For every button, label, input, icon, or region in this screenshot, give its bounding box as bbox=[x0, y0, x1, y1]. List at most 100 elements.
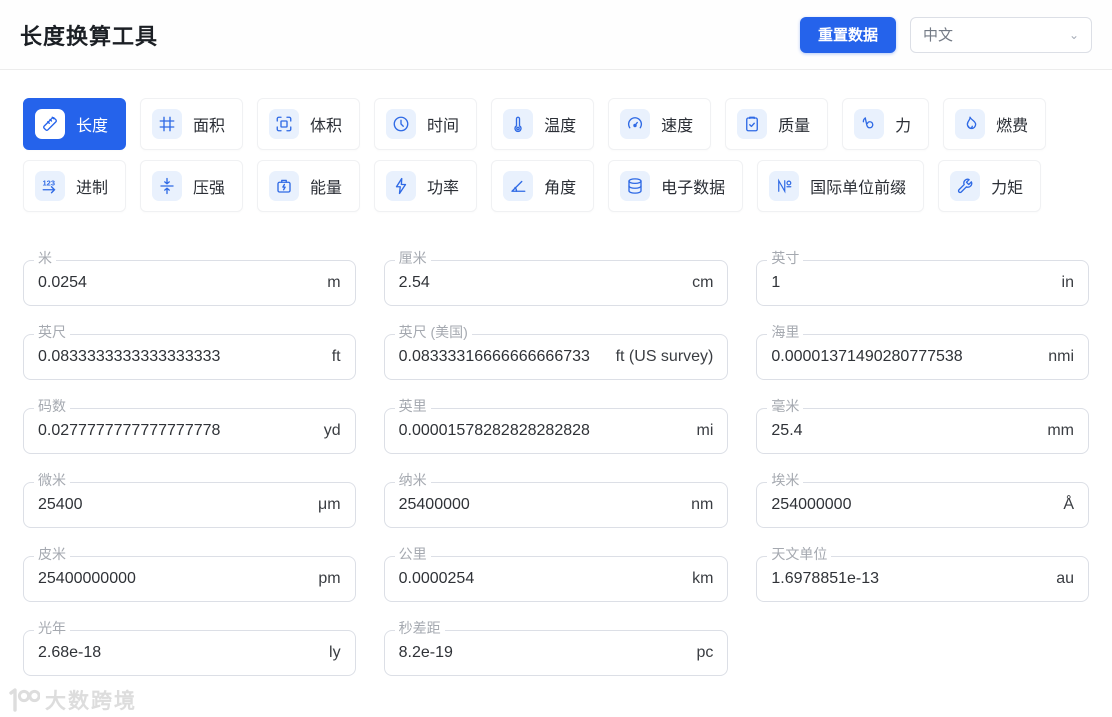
conversion-grid: 米 m 厘米 cm 英寸 in 英尺 ft 英尺 (美国) ft (US sur… bbox=[0, 251, 1112, 676]
battery-bolt-icon bbox=[269, 171, 300, 201]
unit-suffix: nmi bbox=[1048, 348, 1074, 365]
unit-suffix: Å bbox=[1063, 496, 1074, 513]
tab-time[interactable]: 时间 bbox=[374, 98, 478, 150]
kilometer-input[interactable] bbox=[398, 570, 683, 588]
tab-label: 长度 bbox=[76, 118, 109, 135]
reset-data-button[interactable]: 重置数据 bbox=[799, 16, 896, 53]
tab-length[interactable]: 长度 bbox=[23, 98, 127, 150]
compress-icon bbox=[152, 171, 183, 201]
mile-input[interactable] bbox=[398, 422, 687, 440]
tab-label: 时间 bbox=[427, 118, 460, 135]
tab-area[interactable]: 面积 bbox=[140, 98, 244, 150]
unit-suffix: au bbox=[1056, 570, 1074, 587]
parsec-input[interactable] bbox=[398, 644, 687, 662]
watermark-text: 大数跨境 bbox=[45, 690, 137, 713]
micrometer-input[interactable] bbox=[38, 496, 309, 514]
tab-angle[interactable]: 角度 bbox=[491, 160, 595, 212]
field-mile: 英里 mi bbox=[383, 399, 729, 454]
unit-suffix: nm bbox=[691, 496, 714, 513]
header-actions: 重置数据 中文 ⌄ bbox=[799, 16, 1092, 53]
unit-suffix: in bbox=[1061, 274, 1074, 291]
tab-row-1: 长度 面积 体积 时间 温度 速度 质量 力 燃费 bbox=[23, 98, 1089, 150]
picometer-input[interactable] bbox=[38, 570, 309, 588]
field-millimeter: 毫米 mm bbox=[756, 399, 1089, 454]
unit-suffix: cm bbox=[692, 274, 714, 291]
angstrom-input[interactable] bbox=[771, 496, 1054, 514]
language-select-value: 中文 bbox=[923, 27, 954, 44]
field-micrometer: 微米 μm bbox=[23, 473, 356, 528]
header: 长度换算工具 重置数据 中文 ⌄ bbox=[0, 0, 1112, 70]
meter-input[interactable] bbox=[38, 274, 318, 292]
field-label: 皮米 bbox=[34, 547, 70, 561]
field-label: 公里 bbox=[394, 547, 431, 561]
tab-si-prefix[interactable]: 国际单位前缀 bbox=[757, 160, 925, 212]
field-nautical-mile: 海里 nmi bbox=[756, 325, 1089, 380]
unit-suffix: ft bbox=[331, 348, 341, 365]
tab-fuel[interactable]: 燃费 bbox=[943, 98, 1047, 150]
foot-us-input[interactable] bbox=[398, 348, 606, 366]
svg-text:123: 123 bbox=[43, 178, 56, 187]
tab-power[interactable]: 功率 bbox=[374, 160, 478, 212]
numbers-arrow-icon: 123 bbox=[35, 171, 65, 201]
numero-icon bbox=[769, 171, 800, 201]
tab-label: 速度 bbox=[661, 118, 694, 135]
muscle-icon bbox=[854, 109, 885, 139]
tab-label: 功率 bbox=[427, 180, 460, 197]
field-astronomical-unit: 天文单位 au bbox=[756, 547, 1089, 602]
nautical-mile-input[interactable] bbox=[771, 348, 1039, 366]
foot-input[interactable] bbox=[38, 348, 322, 366]
lightyear-input[interactable] bbox=[38, 644, 320, 662]
unit-suffix: km bbox=[692, 570, 714, 587]
centimeter-input[interactable] bbox=[398, 274, 683, 292]
watermark: 大数跨境 bbox=[6, 685, 137, 715]
tab-mass[interactable]: 质量 bbox=[725, 98, 829, 150]
nanometer-input[interactable] bbox=[398, 496, 682, 514]
speedometer-icon bbox=[620, 109, 651, 139]
grid-icon bbox=[152, 109, 183, 139]
field-label: 微米 bbox=[34, 473, 70, 487]
tab-label: 进制 bbox=[76, 180, 109, 197]
field-picometer: 皮米 pm bbox=[23, 547, 356, 602]
tab-electronic-data[interactable]: 电子数据 bbox=[608, 160, 744, 212]
field-foot: 英尺 ft bbox=[23, 325, 356, 380]
field-label: 米 bbox=[34, 251, 56, 265]
thermometer-icon bbox=[503, 109, 534, 139]
inch-input[interactable] bbox=[771, 274, 1052, 292]
tab-force[interactable]: 力 bbox=[842, 98, 930, 150]
field-foot-us: 英尺 (美国) ft (US survey) bbox=[383, 325, 729, 380]
field-meter: 米 m bbox=[23, 251, 356, 306]
database-icon bbox=[620, 171, 651, 201]
tab-speed[interactable]: 速度 bbox=[608, 98, 712, 150]
tab-label: 能量 bbox=[310, 180, 343, 197]
astronomical-unit-input[interactable] bbox=[771, 570, 1047, 588]
field-label: 厘米 bbox=[394, 251, 431, 265]
field-label: 光年 bbox=[34, 621, 70, 635]
tab-label: 力 bbox=[895, 118, 912, 135]
tab-base[interactable]: 123 进制 bbox=[23, 160, 127, 212]
cube-brackets-icon bbox=[269, 109, 300, 139]
field-label: 天文单位 bbox=[767, 547, 832, 561]
field-label: 海里 bbox=[767, 325, 804, 339]
millimeter-input[interactable] bbox=[771, 422, 1038, 440]
unit-suffix: ft (US survey) bbox=[615, 348, 714, 365]
field-centimeter: 厘米 cm bbox=[383, 251, 729, 306]
tab-pressure[interactable]: 压强 bbox=[140, 160, 244, 212]
field-angstrom: 埃米 Å bbox=[756, 473, 1089, 528]
tab-volume[interactable]: 体积 bbox=[257, 98, 361, 150]
tab-temperature[interactable]: 温度 bbox=[491, 98, 595, 150]
field-label: 埃米 bbox=[767, 473, 804, 487]
yard-input[interactable] bbox=[38, 422, 314, 440]
tab-label: 面积 bbox=[193, 118, 226, 135]
page-title: 长度换算工具 bbox=[20, 23, 159, 49]
language-select[interactable]: 中文 ⌄ bbox=[910, 16, 1092, 53]
tab-label: 燃费 bbox=[996, 118, 1029, 135]
flame-icon bbox=[955, 109, 986, 139]
field-label: 码数 bbox=[34, 399, 70, 413]
tab-label: 质量 bbox=[778, 118, 811, 135]
tab-label: 体积 bbox=[310, 118, 343, 135]
tab-energy[interactable]: 能量 bbox=[257, 160, 361, 212]
watermark-logo-icon bbox=[9, 688, 40, 712]
unit-suffix: mm bbox=[1047, 422, 1074, 439]
field-label: 英尺 bbox=[34, 325, 70, 339]
tab-torque[interactable]: 力矩 bbox=[938, 160, 1042, 212]
